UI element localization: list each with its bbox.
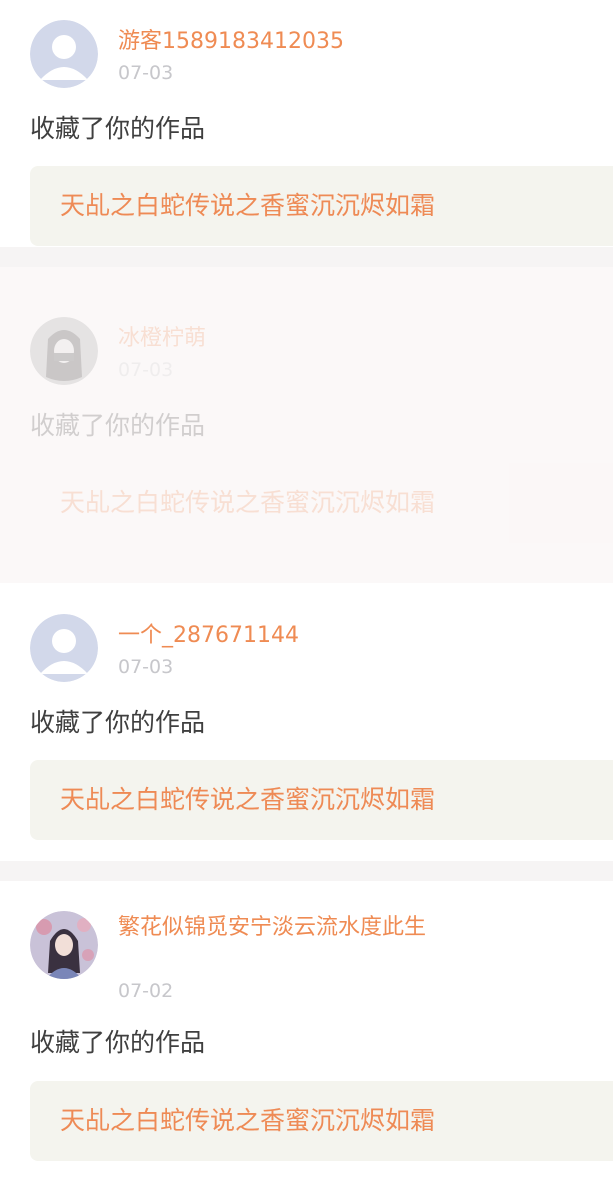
photo-avatar-dark-icon [30, 317, 98, 385]
user-avatar[interactable] [30, 911, 98, 979]
user-name-link[interactable]: 冰橙柠萌 [118, 324, 458, 353]
user-name-link[interactable]: 一个_287671144 [118, 621, 458, 650]
work-title-link[interactable]: 天乩之白蛇传说之香蜜沉沉烬如霜 [60, 190, 435, 222]
notification-date: 07-03 [118, 359, 174, 381]
photo-avatar-character-icon [30, 911, 98, 979]
work-card[interactable]: 天乩之白蛇传说之香蜜沉沉烬如霜 [30, 760, 613, 840]
action-text: 收藏了你的作品 [30, 411, 206, 440]
action-text: 收藏了你的作品 [30, 1028, 206, 1057]
notification-card: 繁花似锦觅安宁淡云流水度此生 07-02 收藏了你的作品 天乩之白蛇传说之香蜜沉… [0, 881, 613, 1179]
action-text: 收藏了你的作品 [30, 708, 206, 737]
work-title-link[interactable]: 天乩之白蛇传说之香蜜沉沉烬如霜 [60, 487, 435, 519]
work-title-link[interactable]: 天乩之白蛇传说之香蜜沉沉烬如霜 [60, 1105, 435, 1137]
card-divider [0, 861, 613, 881]
user-name-link[interactable]: 游客1589183412035 [118, 27, 458, 56]
work-card[interactable]: 天乩之白蛇传说之香蜜沉沉烬如霜 [30, 166, 613, 246]
default-user-avatar-icon [30, 20, 98, 88]
user-name-link[interactable]: 繁花似锦觅安宁淡云流水度此生 [118, 913, 458, 942]
notification-date: 07-02 [118, 980, 174, 1002]
work-card[interactable]: 天乩之白蛇传说之香蜜沉沉烬如霜 [30, 463, 613, 543]
notification-date: 07-03 [118, 62, 174, 84]
work-card[interactable]: 天乩之白蛇传说之香蜜沉沉烬如霜 [30, 1081, 613, 1161]
notification-date: 07-03 [118, 656, 174, 678]
default-user-avatar-icon [30, 614, 98, 682]
user-avatar[interactable] [30, 20, 98, 88]
card-divider [0, 247, 613, 267]
user-avatar[interactable] [30, 614, 98, 682]
action-text: 收藏了你的作品 [30, 114, 206, 143]
notification-card-faded: 冰橙柠萌 07-03 收藏了你的作品 天乩之白蛇传说之香蜜沉沉烬如霜 [0, 267, 613, 583]
user-avatar[interactable] [30, 317, 98, 385]
work-title-link[interactable]: 天乩之白蛇传说之香蜜沉沉烬如霜 [60, 784, 435, 816]
notification-card: 一个_287671144 07-03 收藏了你的作品 天乩之白蛇传说之香蜜沉沉烬… [0, 583, 613, 861]
notification-feed: 游客1589183412035 07-03 收藏了你的作品 天乩之白蛇传说之香蜜… [0, 0, 613, 1179]
notification-card: 游客1589183412035 07-03 收藏了你的作品 天乩之白蛇传说之香蜜… [0, 0, 613, 247]
